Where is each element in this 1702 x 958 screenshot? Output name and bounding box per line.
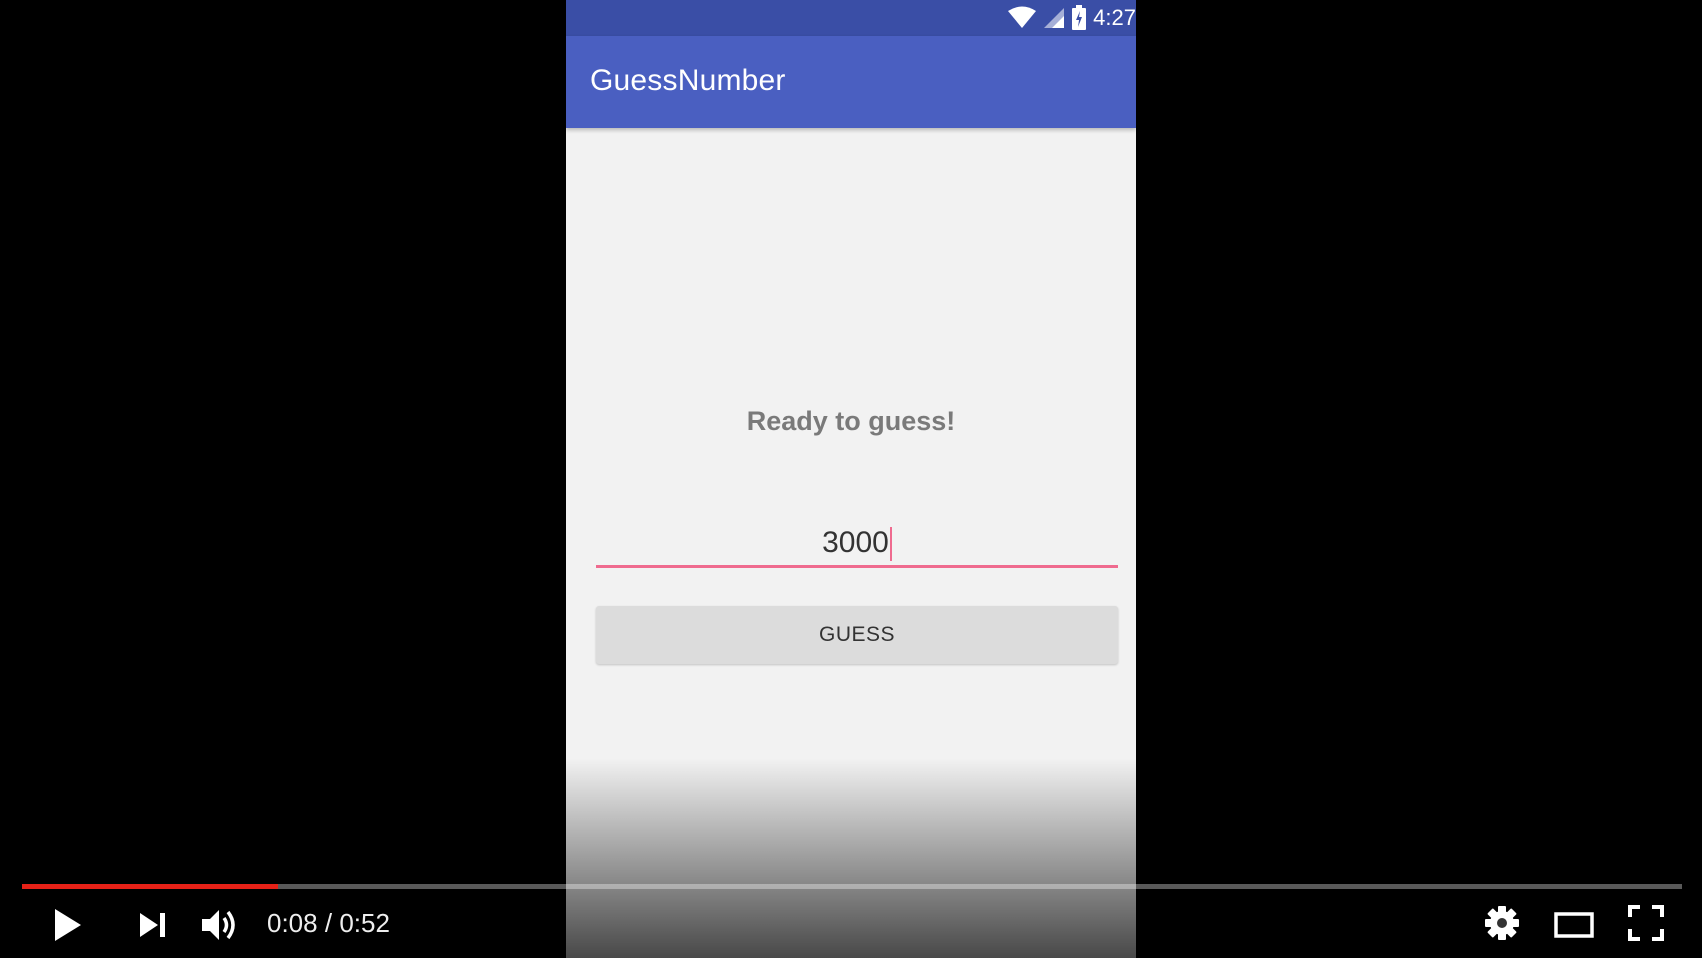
- phone-screen: 4:27 GuessNumber Ready to guess! 3000 GU…: [566, 0, 1136, 958]
- volume-button[interactable]: [198, 904, 242, 948]
- settings-button[interactable]: [1482, 904, 1522, 944]
- play-button[interactable]: [48, 906, 88, 946]
- progress-bar[interactable]: [22, 884, 1682, 889]
- video-player[interactable]: 4:27 GuessNumber Ready to guess! 3000 GU…: [0, 0, 1702, 958]
- player-controls: 0:08 / 0:52: [0, 894, 1702, 954]
- progress-played: [22, 884, 278, 889]
- guess-input-value: 3000: [822, 526, 889, 559]
- app-bar: GuessNumber: [566, 36, 1136, 128]
- current-time: 0:08: [267, 908, 318, 938]
- volume-icon: [200, 907, 240, 946]
- signal-icon: [1043, 7, 1065, 29]
- battery-icon: [1071, 5, 1087, 31]
- fullscreen-icon: [1628, 904, 1664, 944]
- theater-mode-icon: [1554, 911, 1594, 942]
- theater-mode-button[interactable]: [1552, 906, 1596, 946]
- play-icon: [53, 907, 83, 946]
- time-display: 0:08 / 0:52: [267, 908, 390, 939]
- guess-button[interactable]: GUESS: [596, 606, 1118, 664]
- duration: 0:52: [339, 908, 390, 938]
- fullscreen-button[interactable]: [1626, 904, 1666, 944]
- guess-input[interactable]: 3000: [596, 520, 1118, 568]
- app-title: GuessNumber: [590, 64, 786, 97]
- settings-icon: [1484, 905, 1520, 944]
- wifi-icon: [1007, 6, 1037, 30]
- time-separator: /: [324, 908, 333, 938]
- status-bar: 4:27: [566, 0, 1136, 36]
- status-time: 4:27: [1093, 5, 1136, 30]
- next-button[interactable]: [132, 906, 172, 946]
- next-icon: [137, 910, 167, 943]
- text-cursor: [889, 527, 892, 562]
- prompt-text: Ready to guess!: [746, 406, 956, 436]
